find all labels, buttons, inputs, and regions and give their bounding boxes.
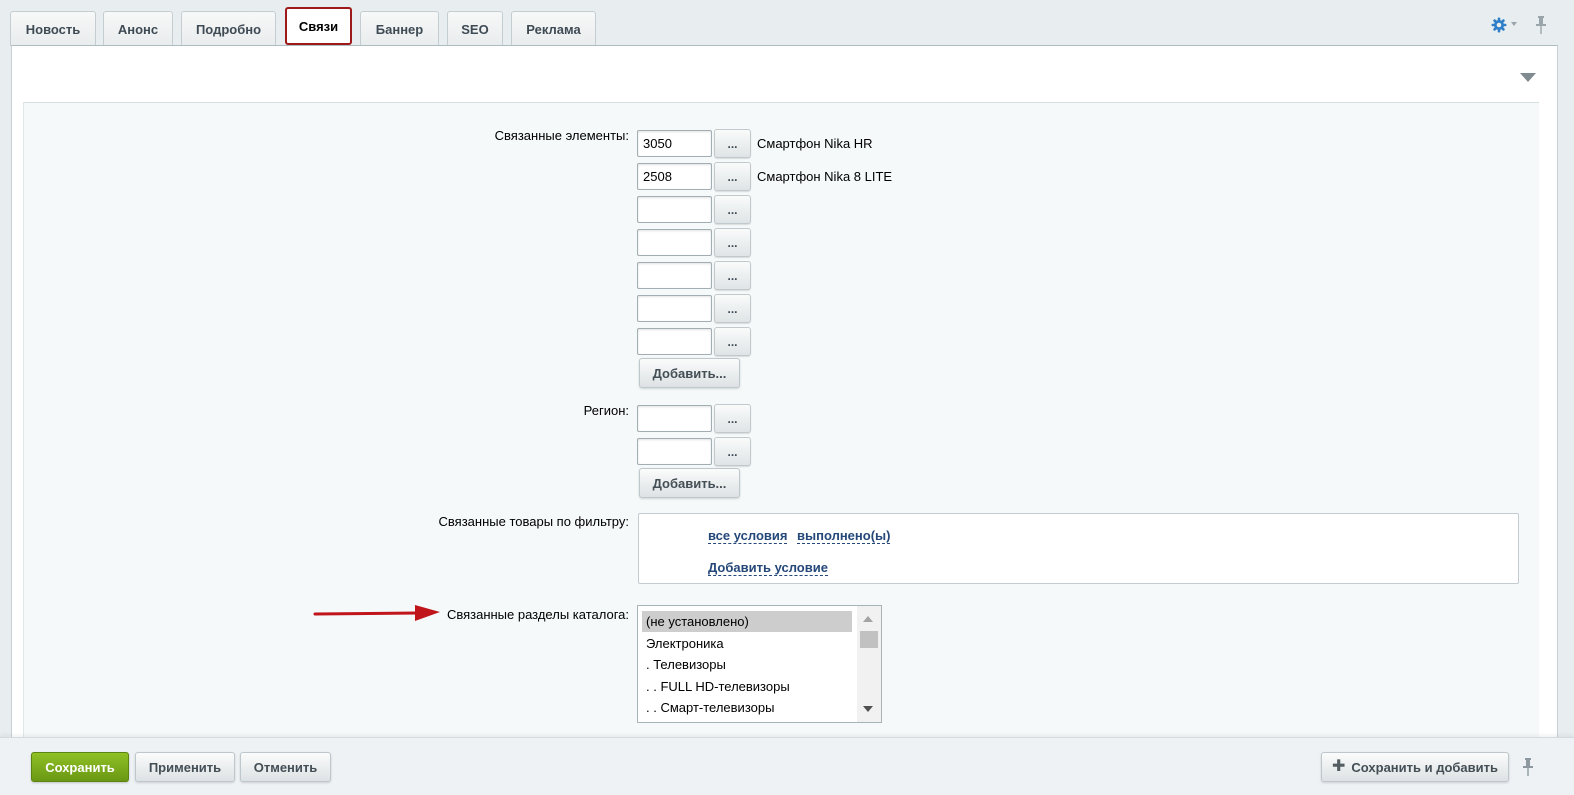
chevron-down-icon[interactable] bbox=[1511, 22, 1517, 26]
scroll-down-icon[interactable] bbox=[863, 706, 873, 712]
region-input-2[interactable] bbox=[637, 438, 712, 465]
linked-element-input-6[interactable] bbox=[637, 295, 712, 322]
linked-element-input-3[interactable] bbox=[637, 196, 712, 223]
linked-element-name-2: Смартфон Nika 8 LITE bbox=[757, 169, 893, 184]
add-linked-element-button[interactable]: Добавить... bbox=[639, 358, 740, 388]
tab-details[interactable]: Подробно bbox=[181, 11, 276, 46]
browse-button[interactable]: ... bbox=[714, 162, 751, 191]
select-option[interactable]: Электроника bbox=[642, 633, 852, 654]
pin-icon[interactable] bbox=[1536, 16, 1546, 34]
tab-seo[interactable]: SEO bbox=[447, 11, 503, 46]
linked-element-input-2[interactable]: 2508 bbox=[637, 163, 712, 190]
browse-button[interactable]: ... bbox=[714, 294, 751, 323]
cancel-button[interactable]: Отменить bbox=[240, 752, 331, 782]
browse-button[interactable]: ... bbox=[714, 404, 751, 433]
tab-banner[interactable]: Баннер bbox=[360, 11, 439, 46]
linked-element-input-7[interactable] bbox=[637, 328, 712, 355]
tab-ads[interactable]: Реклама bbox=[511, 11, 596, 46]
region-input-1[interactable] bbox=[637, 405, 712, 432]
linked-elements-label: Связанные элементы: bbox=[494, 128, 629, 143]
linked-element-input-1[interactable]: 3050 bbox=[637, 130, 712, 157]
save-and-add-label: Сохранить и добавить bbox=[1351, 759, 1499, 775]
linked-element-input-5[interactable] bbox=[637, 262, 712, 289]
filter-label: Связанные товары по фильтру: bbox=[438, 514, 629, 529]
tab-news[interactable]: Новость bbox=[10, 11, 96, 46]
save-and-add-button[interactable]: ✚ Сохранить и добавить bbox=[1321, 752, 1509, 782]
select-option[interactable]: (не установлено) bbox=[642, 611, 852, 632]
condition-done-link[interactable]: выполнено(ы) bbox=[797, 528, 891, 544]
gear-icon[interactable] bbox=[1491, 17, 1507, 33]
browse-button[interactable]: ... bbox=[714, 129, 751, 158]
catalog-sections-label: Связанные разделы каталога: bbox=[446, 607, 629, 622]
scroll-up-icon[interactable] bbox=[863, 616, 873, 622]
red-arrow-annotation bbox=[313, 605, 440, 621]
browse-button[interactable]: ... bbox=[714, 261, 751, 290]
select-option[interactable]: . . Смарт-телевизоры bbox=[642, 697, 852, 718]
region-label: Регион: bbox=[583, 403, 629, 418]
apply-button[interactable]: Применить bbox=[135, 752, 235, 782]
browse-button[interactable]: ... bbox=[714, 437, 751, 466]
collapse-triangle-icon[interactable] bbox=[1520, 73, 1536, 82]
save-button[interactable]: Сохранить bbox=[31, 752, 129, 782]
select-option[interactable]: . . FULL HD-телевизоры bbox=[642, 676, 852, 697]
plus-icon: ✚ bbox=[1331, 758, 1346, 775]
condition-all-link[interactable]: все условия bbox=[708, 528, 788, 544]
linked-element-input-4[interactable] bbox=[637, 229, 712, 256]
browse-button[interactable]: ... bbox=[714, 228, 751, 257]
browse-button[interactable]: ... bbox=[714, 327, 751, 356]
select-option[interactable]: . Телевизоры bbox=[642, 654, 852, 675]
catalog-sections-select[interactable]: (не установлено) Электроника . Телевизор… bbox=[637, 605, 882, 723]
pin-icon[interactable] bbox=[1523, 758, 1533, 776]
tab-bar: Новость Анонс Подробно Связи Баннер SEO … bbox=[0, 0, 1574, 46]
tab-announce[interactable]: Анонс bbox=[103, 11, 173, 46]
browse-button[interactable]: ... bbox=[714, 195, 751, 224]
scrollbar[interactable] bbox=[857, 606, 881, 722]
add-region-button[interactable]: Добавить... bbox=[639, 468, 740, 498]
linked-element-name-1: Смартфон Nika HR bbox=[757, 136, 873, 151]
add-condition-link[interactable]: Добавить условие bbox=[708, 560, 828, 576]
tab-links[interactable]: Связи bbox=[285, 7, 352, 45]
scroll-thumb[interactable] bbox=[860, 631, 878, 648]
